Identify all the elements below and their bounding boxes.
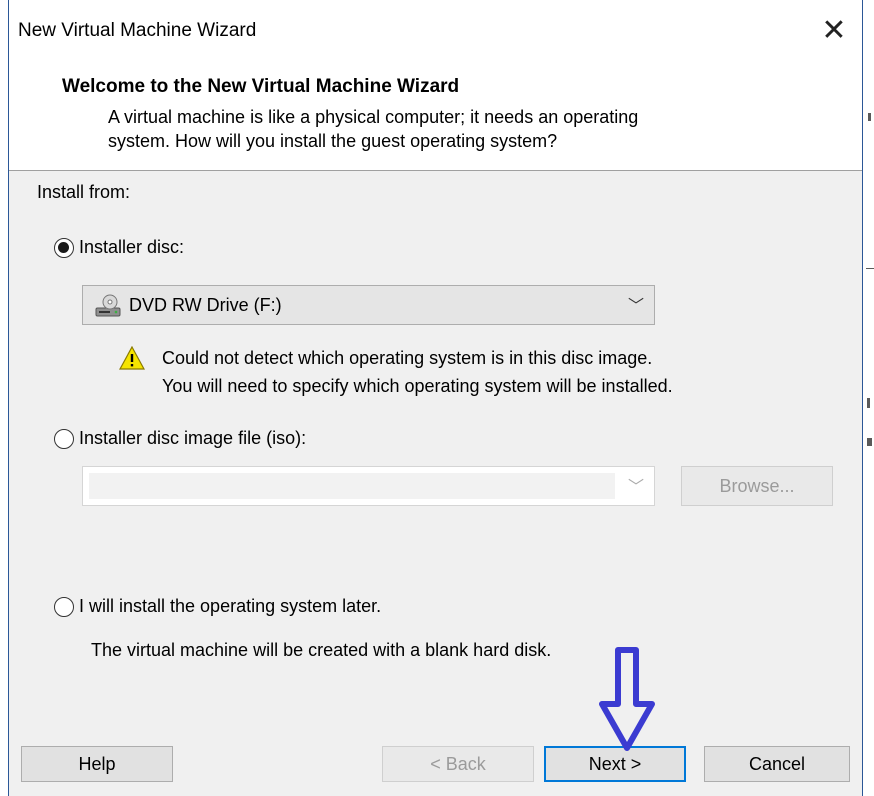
background-mark: [867, 438, 872, 446]
title-bar: New Virtual Machine Wizard ✕: [9, 0, 862, 62]
down-arrow-annotation-icon: [599, 647, 655, 751]
installer-disc-label[interactable]: Installer disc:: [79, 237, 184, 258]
chevron-down-icon: ﹀: [627, 298, 644, 315]
dvd-drive-icon: [95, 294, 121, 317]
disc-image-label[interactable]: Installer disc image file (iso):: [79, 428, 306, 449]
disc-image-radio[interactable]: [54, 429, 74, 449]
background-mark: [866, 268, 874, 269]
drive-select[interactable]: DVD RW Drive (F:) ﹀: [82, 285, 655, 325]
install-later-description: The virtual machine will be created with…: [91, 640, 552, 660]
warning-line: You will need to specify which operating…: [162, 376, 673, 396]
iso-path-select[interactable]: ﹀: [82, 466, 655, 506]
close-icon: ✕: [821, 13, 847, 48]
chevron-down-icon: ﹀: [627, 479, 644, 496]
window-title: New Virtual Machine Wizard: [18, 20, 257, 41]
background-mark: [867, 398, 870, 408]
warning-icon: [119, 346, 145, 370]
cancel-button[interactable]: Cancel: [704, 746, 850, 782]
help-button[interactable]: Help: [21, 746, 173, 782]
warning-message: Could not detect which operating system …: [162, 344, 673, 400]
header-subtitle-line: system. How will you install the guest o…: [108, 131, 558, 151]
warning-line: Could not detect which operating system …: [162, 348, 653, 368]
drive-select-value: DVD RW Drive (F:): [129, 295, 282, 315]
wizard-dialog: New Virtual Machine Wizard ✕ Welcome to …: [8, 0, 863, 796]
header-subtitle: A virtual machine is like a physical com…: [108, 105, 808, 153]
background-mark: [868, 113, 871, 121]
install-later-radio[interactable]: [54, 597, 74, 617]
iso-path-field: [89, 473, 615, 499]
browse-button[interactable]: Browse...: [681, 466, 833, 506]
install-from-label: Install from:: [37, 182, 131, 202]
header-title: Welcome to the New Virtual Machine Wizar…: [62, 76, 460, 97]
close-button[interactable]: ✕: [816, 13, 852, 49]
installer-disc-radio[interactable]: [54, 238, 74, 258]
install-later-label[interactable]: I will install the operating system late…: [79, 596, 381, 617]
header-subtitle-line: A virtual machine is like a physical com…: [108, 107, 639, 127]
back-button[interactable]: < Back: [382, 746, 534, 782]
wizard-header: Welcome to the New Virtual Machine Wizar…: [9, 62, 862, 171]
